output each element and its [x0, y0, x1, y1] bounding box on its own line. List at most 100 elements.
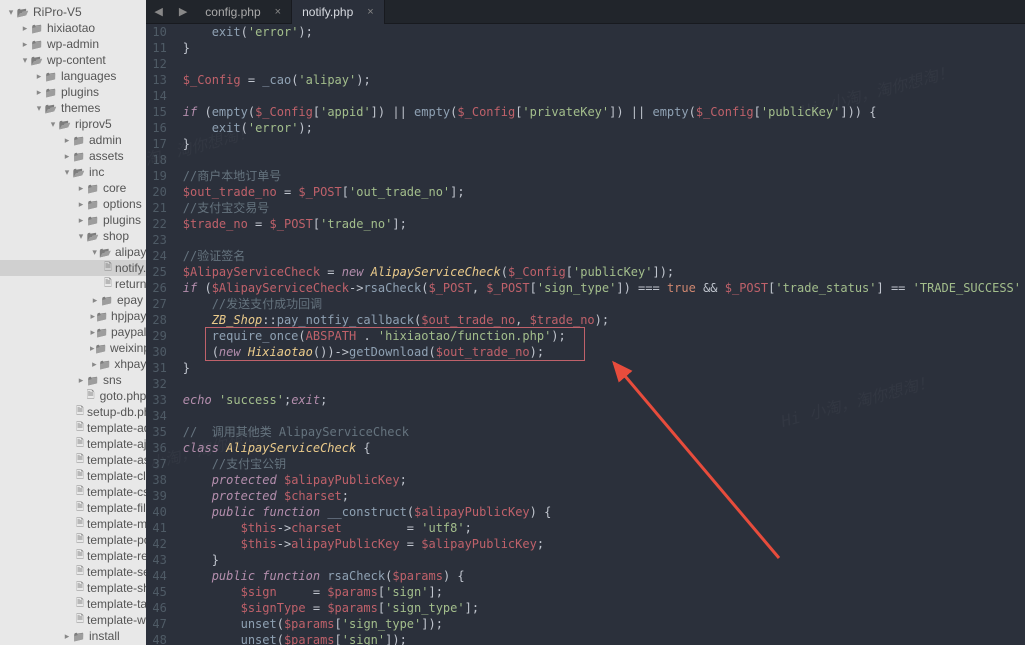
code-line[interactable] [183, 152, 1021, 168]
tree-file[interactable]: template-post-type.php [0, 532, 146, 548]
chevron-down-icon[interactable]: ▾ [62, 167, 72, 178]
tree-file[interactable]: template-clean.php [0, 468, 146, 484]
code-line[interactable]: //支付宝交易号 [183, 200, 1021, 216]
code-line[interactable]: if ($AlipayServiceCheck->rsaCheck($_POST… [183, 280, 1021, 296]
code-line[interactable]: protected $alipayPublicKey; [183, 472, 1021, 488]
chevron-down-icon[interactable]: ▾ [20, 55, 30, 66]
tree-folder[interactable]: ▾inc [0, 164, 146, 180]
code-line[interactable]: $this->charset = 'utf8'; [183, 520, 1021, 536]
tree-folder[interactable]: ▸install [0, 628, 146, 644]
editor-tab[interactable]: notify.php× [292, 0, 385, 24]
code-line[interactable]: $this->alipayPublicKey = $alipayPublicKe… [183, 536, 1021, 552]
tree-folder[interactable]: ▾shop [0, 228, 146, 244]
tree-file[interactable]: return.php [0, 276, 146, 292]
chevron-down-icon[interactable]: ▾ [34, 103, 44, 114]
code-line[interactable]: ZB_Shop::pay_notfiy_callback($out_trade_… [183, 312, 1021, 328]
code-line[interactable] [183, 88, 1021, 104]
code-line[interactable]: public function __construct($alipayPubli… [183, 504, 1021, 520]
code-line[interactable]: } [183, 136, 1021, 152]
close-icon[interactable]: × [367, 6, 373, 18]
tree-file[interactable]: template-mail.php [0, 516, 146, 532]
tree-folder[interactable]: ▸wp-admin [0, 36, 146, 52]
code-line[interactable]: //商户本地订单号 [183, 168, 1021, 184]
editor-tab[interactable]: config.php× [195, 0, 292, 24]
code-line[interactable]: //发送支付成功回调 [183, 296, 1021, 312]
chevron-down-icon[interactable]: ▾ [76, 231, 86, 242]
code-line[interactable]: //支付宝公钥 [183, 456, 1021, 472]
tree-file[interactable]: template-shop.php [0, 580, 146, 596]
tree-folder[interactable]: ▸admin [0, 132, 146, 148]
code-line[interactable]: require_once(ABSPATH . 'hixiaotao/functi… [183, 328, 1021, 344]
chevron-right-icon[interactable]: ▸ [34, 71, 44, 82]
chevron-right-icon[interactable]: ▸ [90, 359, 99, 370]
code-line[interactable]: $out_trade_no = $_POST['out_trade_no']; [183, 184, 1021, 200]
tree-file[interactable]: template-rewrite.php [0, 548, 146, 564]
code-line[interactable]: } [183, 40, 1021, 56]
code-line[interactable]: $_Config = _cao('alipay'); [183, 72, 1021, 88]
code-line[interactable] [183, 408, 1021, 424]
tree-folder[interactable]: ▸weixinpay [0, 340, 146, 356]
nav-back-icon[interactable]: ◀ [146, 5, 170, 18]
code-line[interactable]: $trade_no = $_POST['trade_no']; [183, 216, 1021, 232]
code-editor[interactable]: 1011121314151617181920212223242526272829… [146, 24, 1025, 645]
tree-folder[interactable]: ▾RiPro-V5 [0, 4, 146, 20]
chevron-down-icon[interactable]: ▾ [6, 7, 16, 18]
chevron-right-icon[interactable]: ▸ [76, 375, 86, 386]
chevron-right-icon[interactable]: ▸ [34, 87, 44, 98]
tree-file[interactable]: template-seo.php [0, 564, 146, 580]
code-line[interactable]: echo 'success';exit; [183, 392, 1021, 408]
code-line[interactable]: $sign = $params['sign']; [183, 584, 1021, 600]
chevron-right-icon[interactable]: ▸ [62, 135, 72, 146]
tree-folder[interactable]: ▸plugins [0, 212, 146, 228]
tree-folder[interactable]: ▸sns [0, 372, 146, 388]
code-line[interactable]: } [183, 552, 1021, 568]
tree-folder[interactable]: ▾riprov5 [0, 116, 146, 132]
tree-folder[interactable]: ▾alipay [0, 244, 146, 260]
tree-folder[interactable]: ▸core [0, 180, 146, 196]
code-line[interactable]: class AlipayServiceCheck { [183, 440, 1021, 456]
code-line[interactable] [183, 376, 1021, 392]
chevron-right-icon[interactable]: ▸ [76, 183, 86, 194]
code-line[interactable]: unset($params['sign_type']); [183, 616, 1021, 632]
tree-file[interactable]: notify.php [0, 260, 146, 276]
nav-forward-icon[interactable]: ▶ [171, 5, 195, 18]
chevron-right-icon[interactable]: ▸ [20, 39, 30, 50]
chevron-right-icon[interactable]: ▸ [62, 631, 72, 642]
tree-folder[interactable]: ▸epay [0, 292, 146, 308]
code-line[interactable]: } [183, 360, 1021, 376]
chevron-right-icon[interactable]: ▸ [76, 199, 86, 210]
code-line[interactable]: if (empty($_Config['appid']) || empty($_… [183, 104, 1021, 120]
code-line[interactable]: (new Hixiaotao())->getDownload($out_trad… [183, 344, 1021, 360]
tree-folder[interactable]: ▸paypal [0, 324, 146, 340]
tree-folder[interactable]: ▸hpjpay [0, 308, 146, 324]
chevron-right-icon[interactable]: ▸ [76, 215, 86, 226]
tree-file[interactable]: template-tags.php [0, 596, 146, 612]
chevron-down-icon[interactable]: ▾ [90, 247, 99, 258]
chevron-right-icon[interactable]: ▸ [62, 151, 72, 162]
tree-folder[interactable]: ▸hixiaotao [0, 20, 146, 36]
close-icon[interactable]: × [275, 6, 281, 18]
code-line[interactable]: $AlipayServiceCheck = new AlipayServiceC… [183, 264, 1021, 280]
tree-file[interactable]: template-walker.php [0, 612, 146, 628]
tree-folder[interactable]: ▸languages [0, 68, 146, 84]
tree-folder[interactable]: ▸assets [0, 148, 146, 164]
tree-file[interactable]: template-ajax.php [0, 436, 146, 452]
code-line[interactable]: exit('error'); [183, 24, 1021, 40]
tree-folder[interactable]: ▸xhpay [0, 356, 146, 372]
tree-folder[interactable]: ▸options [0, 196, 146, 212]
tree-folder[interactable]: ▾wp-content [0, 52, 146, 68]
code-line[interactable]: $signType = $params['sign_type']; [183, 600, 1021, 616]
code-line[interactable]: public function rsaCheck($params) { [183, 568, 1021, 584]
code-line[interactable]: // 调用其他类 AlipayServiceCheck [183, 424, 1021, 440]
code-line[interactable] [183, 232, 1021, 248]
tree-file[interactable]: template-assets.php [0, 452, 146, 468]
tree-file[interactable]: template-csf.php [0, 484, 146, 500]
code-line[interactable]: exit('error'); [183, 120, 1021, 136]
code-line[interactable]: //验证签名 [183, 248, 1021, 264]
tree-file[interactable]: template-admin.php [0, 420, 146, 436]
code-line[interactable] [183, 56, 1021, 72]
code-content[interactable]: exit('error');} $_Config = _cao('alipay')… [179, 24, 1025, 645]
tree-folder[interactable]: ▾themes [0, 100, 146, 116]
code-line[interactable]: unset($params['sign']); [183, 632, 1021, 645]
tree-file[interactable]: setup-db.php [0, 404, 146, 420]
